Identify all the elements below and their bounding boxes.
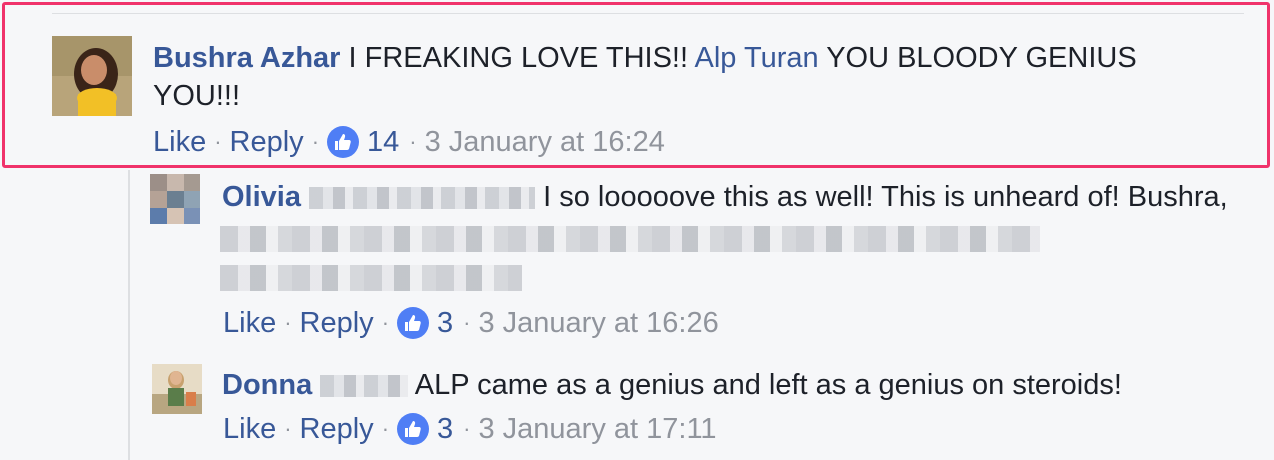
timestamp[interactable]: 3 January at 16:26 (478, 306, 718, 340)
author-name[interactable]: Donna (222, 369, 312, 401)
reaction-count[interactable]: 3 (437, 412, 453, 446)
comment-text: I so looooove this as well! This is unhe… (543, 181, 1228, 213)
like-button[interactable]: Like (223, 306, 276, 340)
comment-actions: Like · Reply · 3 · 3 January at 16:26 (223, 306, 719, 340)
redacted-text-line (220, 265, 522, 291)
redacted-text-line (220, 226, 1040, 252)
avatar-photo-icon (150, 174, 200, 224)
reaction-count[interactable]: 3 (437, 306, 453, 340)
comment-body: Olivia I so looooove this as well! This … (222, 178, 1228, 216)
avatar[interactable] (150, 174, 200, 224)
like-reaction-icon[interactable] (397, 307, 430, 339)
separator: · (463, 310, 471, 335)
author-name[interactable]: Olivia (222, 181, 301, 213)
comment-text: ALP came as a genius and left as a geniu… (414, 369, 1122, 401)
avatar-photo-icon (152, 364, 202, 414)
separator: · (381, 310, 390, 335)
redacted-surname (309, 187, 536, 210)
redacted-surname (320, 375, 409, 398)
comment-actions: Like · Reply · 3 · 3 January at 17:11 (223, 412, 717, 446)
comment-donna: Donna ALP came as a genius and left as a… (0, 350, 1274, 460)
timestamp[interactable]: 3 January at 17:11 (478, 412, 716, 446)
reply-button[interactable]: Reply (300, 306, 374, 340)
comment-body: Donna ALP came as a genius and left as a… (222, 366, 1252, 404)
like-button[interactable]: Like (223, 412, 276, 446)
separator: · (284, 416, 292, 441)
like-reaction-icon[interactable] (397, 413, 430, 445)
separator: · (463, 416, 471, 441)
highlight-box (2, 2, 1270, 168)
comment-olivia: Olivia I so looooove this as well! This … (0, 170, 1274, 350)
avatar[interactable] (152, 364, 202, 414)
separator: · (381, 416, 390, 441)
separator: · (284, 310, 292, 335)
reply-button[interactable]: Reply (300, 412, 374, 446)
